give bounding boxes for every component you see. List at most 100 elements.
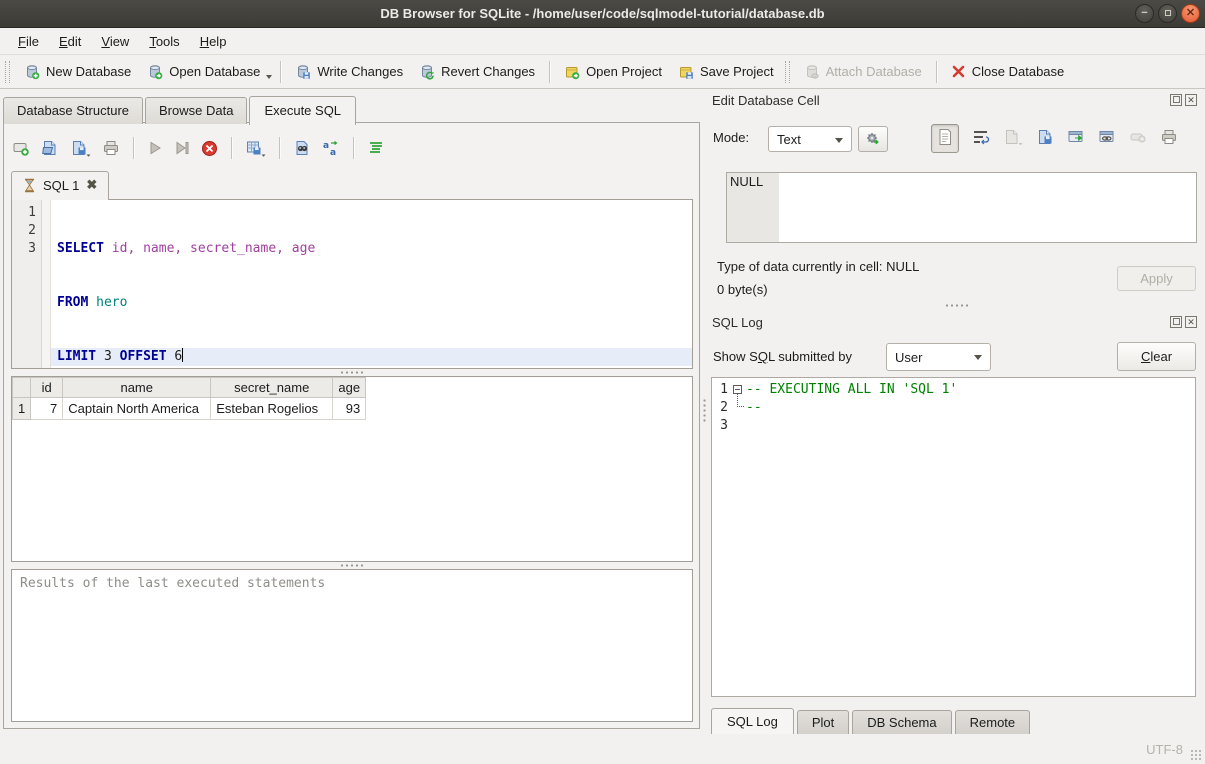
menu-help[interactable]: Help	[190, 30, 237, 53]
sql-number: 6	[167, 349, 183, 364]
copy-link-button[interactable]	[1098, 129, 1116, 148]
toolbar-separator	[279, 137, 280, 159]
text-view-button[interactable]	[931, 124, 959, 153]
sql-keyword: SELECT	[57, 241, 104, 256]
close-database-button[interactable]: Close Database	[943, 59, 1073, 84]
cell-id[interactable]: 7	[31, 398, 63, 420]
tab-execute-sql[interactable]: Execute SQL	[249, 96, 356, 125]
write-changes-button[interactable]: Write Changes	[287, 59, 411, 85]
dock-tab-plot[interactable]: Plot	[797, 710, 849, 736]
toolbar-drag-handle[interactable]	[5, 61, 10, 83]
menu-file[interactable]: File	[8, 30, 49, 53]
tab-database-structure[interactable]: Database Structure	[3, 97, 143, 124]
mode-selected-value: Text	[777, 132, 801, 147]
sql-log-title-label: SQL Log	[712, 315, 763, 330]
dock-tab-db-schema[interactable]: DB Schema	[852, 710, 951, 736]
dock-tab-sql-log[interactable]: SQL Log	[711, 708, 794, 736]
stop-button[interactable]	[201, 140, 218, 157]
save-project-button[interactable]: Save Project	[670, 59, 782, 85]
clear-log-button[interactable]: Clear	[1117, 342, 1196, 371]
encoding-indicator[interactable]: UTF-8	[1146, 742, 1183, 757]
sql-identifiers: id, name, secret_name, age	[104, 241, 315, 256]
open-sql-tab-button[interactable]	[12, 139, 30, 157]
cell-secret-name[interactable]: Esteban Rogelios	[211, 398, 333, 420]
external-window-icon	[1067, 129, 1085, 145]
cell-settings-button[interactable]	[858, 126, 888, 152]
collapse-icon[interactable]	[733, 385, 742, 394]
open-database-button[interactable]: Open Database	[139, 59, 268, 85]
sql-code-editor[interactable]: 1 2 3 SELECT id, name, secret_name, age …	[11, 199, 693, 369]
float-dock-icon[interactable]	[1170, 316, 1182, 328]
log-line-number: 1	[712, 381, 730, 399]
cell-age[interactable]: 93	[333, 398, 366, 420]
code-line-2: FROM hero	[51, 294, 692, 312]
open-project-button[interactable]: Open Project	[556, 59, 670, 85]
column-header-id[interactable]: id	[31, 378, 63, 398]
menu-tools[interactable]: Tools	[139, 30, 189, 53]
close-database-icon	[951, 64, 966, 79]
splitter-results-message[interactable]	[11, 562, 693, 569]
float-dock-icon[interactable]	[1170, 94, 1182, 106]
close-button[interactable]: ✕	[1181, 4, 1200, 23]
attach-database-button[interactable]: Attach Database	[796, 59, 930, 85]
open-in-external-button[interactable]	[1067, 129, 1085, 148]
mode-select[interactable]: Text	[768, 126, 852, 152]
print-cell-button[interactable]	[1160, 128, 1178, 149]
cell-value-text: NULL	[730, 174, 763, 189]
column-header-age[interactable]: age	[333, 378, 366, 398]
execute-line-button[interactable]	[174, 140, 190, 156]
save-sql-file-button[interactable]	[70, 139, 91, 157]
import-cell-data-button[interactable]	[1003, 128, 1023, 149]
results-grid[interactable]: id name secret_name age 1 7 Captain Nort…	[11, 376, 693, 562]
save-file-icon	[70, 139, 91, 157]
resize-grip[interactable]	[1190, 749, 1202, 761]
editor-text[interactable]: SELECT id, name, secret_name, age FROM h…	[51, 200, 692, 368]
log-filter-select[interactable]: User	[886, 343, 991, 371]
open-project-label: Open Project	[586, 64, 662, 79]
column-header-name[interactable]: name	[63, 378, 211, 398]
find-button[interactable]	[293, 139, 311, 157]
apply-button[interactable]: Apply	[1117, 266, 1196, 291]
format-sql-button[interactable]	[367, 139, 385, 157]
log-line-number: 3	[712, 417, 730, 435]
export-cell-data-button[interactable]	[1036, 128, 1054, 149]
cell-value-editor[interactable]: NULL	[726, 172, 1197, 243]
export-results-button[interactable]	[245, 139, 266, 157]
close-tab-icon[interactable]: ✖	[86, 177, 97, 193]
sql-editor-tab[interactable]: SQL 1 ✖	[11, 171, 109, 200]
minimize-button[interactable]: −	[1135, 4, 1154, 23]
toolbar-drag-handle[interactable]	[785, 61, 790, 83]
main-vertical-splitter[interactable]	[700, 90, 708, 730]
tab-browse-data[interactable]: Browse Data	[145, 97, 247, 124]
new-tab-icon	[12, 139, 30, 157]
row-header[interactable]: 1	[13, 398, 31, 420]
new-database-button[interactable]: New Database	[16, 59, 139, 85]
results-message-box[interactable]: Results of the last executed statements	[11, 569, 693, 722]
dock-tab-remote[interactable]: Remote	[955, 710, 1031, 736]
sql-log-dock-buttons	[1170, 316, 1197, 328]
close-dock-icon[interactable]	[1185, 94, 1197, 106]
close-dock-icon[interactable]	[1185, 316, 1197, 328]
menu-view[interactable]: View	[91, 30, 139, 53]
revert-changes-button[interactable]: Revert Changes	[411, 59, 543, 85]
execute-all-button[interactable]	[147, 140, 163, 156]
replace-button[interactable]: aa	[322, 139, 340, 157]
log-comment: -- EXECUTING ALL IN 'SQL 1'	[746, 381, 957, 399]
apply-button-label: Apply	[1140, 271, 1173, 286]
cell-name[interactable]: Captain North America	[63, 398, 211, 420]
word-wrap-button[interactable]	[972, 129, 990, 148]
splitter-editor-results[interactable]	[11, 369, 693, 376]
maximize-button[interactable]	[1158, 4, 1177, 23]
sql-log-view[interactable]: 1 -- EXECUTING ALL IN 'SQL 1' 2 -- 3	[711, 377, 1196, 697]
set-null-icon	[1129, 130, 1147, 144]
menu-edit[interactable]: Edit	[49, 30, 91, 53]
set-null-button[interactable]	[1129, 130, 1147, 147]
print-button[interactable]	[102, 139, 120, 157]
open-database-dropdown-caret[interactable]	[266, 75, 272, 79]
column-header-secret-name[interactable]: secret_name	[211, 378, 333, 398]
open-project-icon	[564, 64, 580, 80]
splitter-cell-log[interactable]	[708, 302, 1205, 309]
toolbar-separator	[936, 61, 937, 83]
dock-tab-bar: SQL Log Plot DB Schema Remote	[711, 708, 1033, 736]
open-sql-file-button[interactable]	[41, 139, 59, 157]
